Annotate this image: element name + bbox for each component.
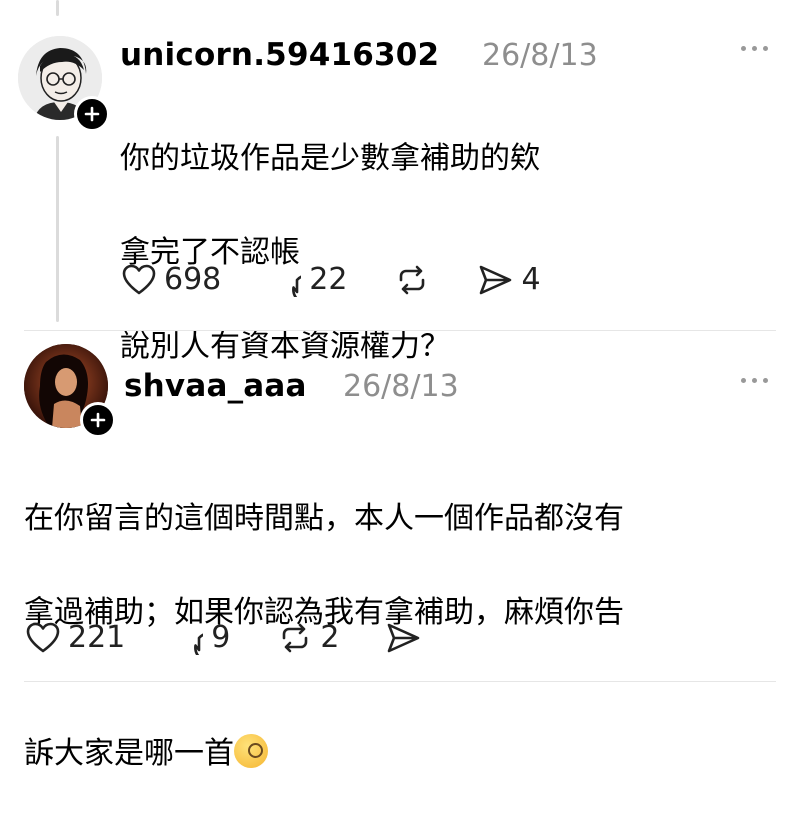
- face-with-monocle-emoji: [234, 734, 268, 768]
- plus-icon: [84, 106, 100, 122]
- send-icon: [388, 623, 420, 652]
- repost-button[interactable]: [395, 263, 429, 297]
- like-count: 698: [164, 262, 222, 297]
- reply-count: 22: [309, 262, 348, 297]
- post-date: 26/8/13: [482, 38, 598, 73]
- post-date: 26/8/13: [343, 369, 459, 404]
- share-button[interactable]: [385, 621, 421, 655]
- repost-icon: [400, 265, 425, 294]
- plus-icon: [90, 412, 106, 428]
- action-bar: 698 22 4: [122, 262, 541, 297]
- more-icon[interactable]: [741, 46, 768, 51]
- heart-icon: [26, 622, 60, 652]
- repost-icon: [283, 623, 308, 652]
- comment-icon: [194, 633, 204, 655]
- thread-line-top: [56, 0, 59, 16]
- share-count: 4: [521, 262, 541, 297]
- follow-button-unicorn[interactable]: [74, 96, 110, 132]
- reply-count: 9: [211, 620, 231, 655]
- reply-button[interactable]: 22: [267, 262, 347, 297]
- send-icon: [480, 265, 512, 294]
- follow-button-shvaa[interactable]: [80, 402, 116, 438]
- post-line: 訴大家是哪一首: [24, 736, 234, 771]
- post-line-with-emoji: 訴大家是哪一首: [24, 683, 624, 777]
- post-line: 你的垃圾作品是少數拿補助的欸: [120, 141, 540, 176]
- reply-button[interactable]: 9: [169, 620, 230, 655]
- username[interactable]: shvaa_aaa: [124, 368, 307, 404]
- repost-button[interactable]: 2: [278, 620, 339, 655]
- share-button[interactable]: 4: [477, 262, 541, 297]
- heart-icon: [122, 264, 156, 294]
- post-divider: [24, 330, 776, 331]
- like-button[interactable]: 698: [122, 262, 221, 297]
- action-bar: 221 9 2: [26, 620, 421, 655]
- like-count: 221: [68, 620, 126, 655]
- more-icon[interactable]: [741, 378, 768, 383]
- thread-line-post-1: [56, 136, 59, 322]
- username[interactable]: unicorn.59416302: [120, 37, 439, 73]
- post-line: 在你留言的這個時間點，本人一個作品都沒有: [24, 501, 624, 536]
- comment-icon: [292, 275, 302, 297]
- like-button[interactable]: 221: [26, 620, 125, 655]
- repost-count: 2: [320, 620, 340, 655]
